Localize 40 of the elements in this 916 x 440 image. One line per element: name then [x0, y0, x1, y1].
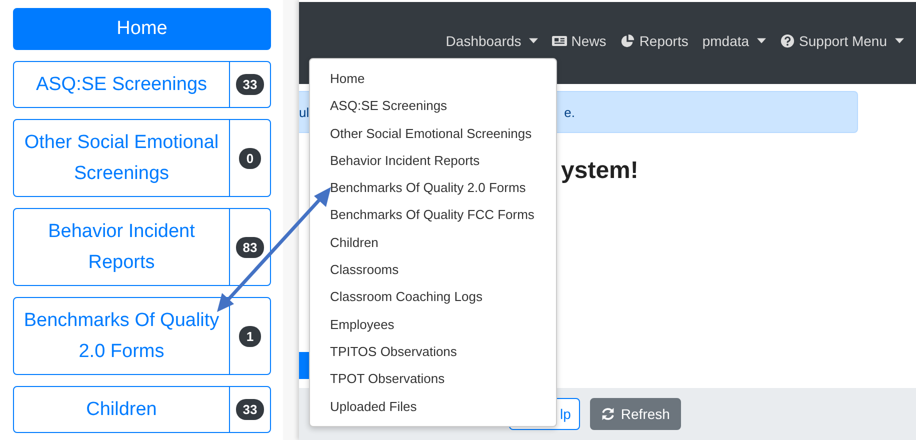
sidebar-item[interactable]: ASQ:SE Screenings — [14, 62, 229, 107]
sidebar-item[interactable]: Other Social Emotional Screenings — [14, 120, 229, 196]
nav-link[interactable]: pmdata — [702, 33, 766, 49]
newspaper-icon — [552, 34, 568, 48]
count-badge: 1 — [239, 326, 261, 346]
menu-item[interactable]: TPOT Observations — [310, 365, 556, 393]
sidebar-item[interactable]: Behavior Incident Reports — [14, 209, 229, 285]
caret-icon — [757, 38, 766, 44]
menu-item[interactable]: TPITOS Observations — [310, 338, 556, 366]
menu-item[interactable]: Benchmarks Of Quality 2.0 Forms — [310, 174, 556, 202]
menu-item[interactable]: Other Social Emotional Screenings — [310, 120, 556, 147]
pie-chart-icon — [620, 34, 636, 48]
caret-icon — [895, 38, 904, 44]
refresh-button[interactable]: Refresh — [590, 398, 681, 430]
nav-link[interactable]: Support Menu — [780, 33, 904, 49]
nav-link[interactable]: Reports — [620, 33, 688, 49]
count-badge: 33 — [236, 399, 264, 420]
caret-icon — [529, 38, 538, 44]
menu-item[interactable]: Behavior Incident Reports — [310, 146, 556, 174]
sidebar-item[interactable]: Children — [14, 387, 229, 432]
menu-item[interactable]: Benchmarks Of Quality FCC Forms — [310, 201, 556, 229]
help-icon — [780, 34, 796, 48]
menu-item[interactable]: Uploaded Files — [310, 392, 556, 420]
menu-item[interactable]: Classroom Coaching Logs — [310, 283, 556, 311]
count-badge: 33 — [236, 74, 264, 95]
sidebar-item[interactable]: Home — [13, 8, 271, 50]
menu-item[interactable]: ASQ:SE Screenings — [310, 92, 556, 120]
nav-link[interactable]: Dashboards — [446, 33, 538, 49]
alert-text: ul — [299, 104, 310, 120]
menu-item[interactable]: Children — [310, 228, 556, 256]
menu-item[interactable]: Home — [310, 65, 556, 92]
alert-text: e. — [564, 104, 575, 120]
menu-item[interactable]: Employees — [310, 310, 556, 338]
nav-link[interactable]: News — [552, 33, 606, 49]
page-heading: ystem! — [561, 157, 640, 185]
sidebar-item[interactable]: Benchmarks Of Quality 2.0 Forms — [14, 298, 229, 374]
count-badge: 83 — [236, 236, 264, 258]
count-badge: 0 — [239, 148, 261, 168]
menu-item[interactable]: Classrooms — [310, 256, 556, 284]
refresh-icon — [600, 407, 615, 421]
